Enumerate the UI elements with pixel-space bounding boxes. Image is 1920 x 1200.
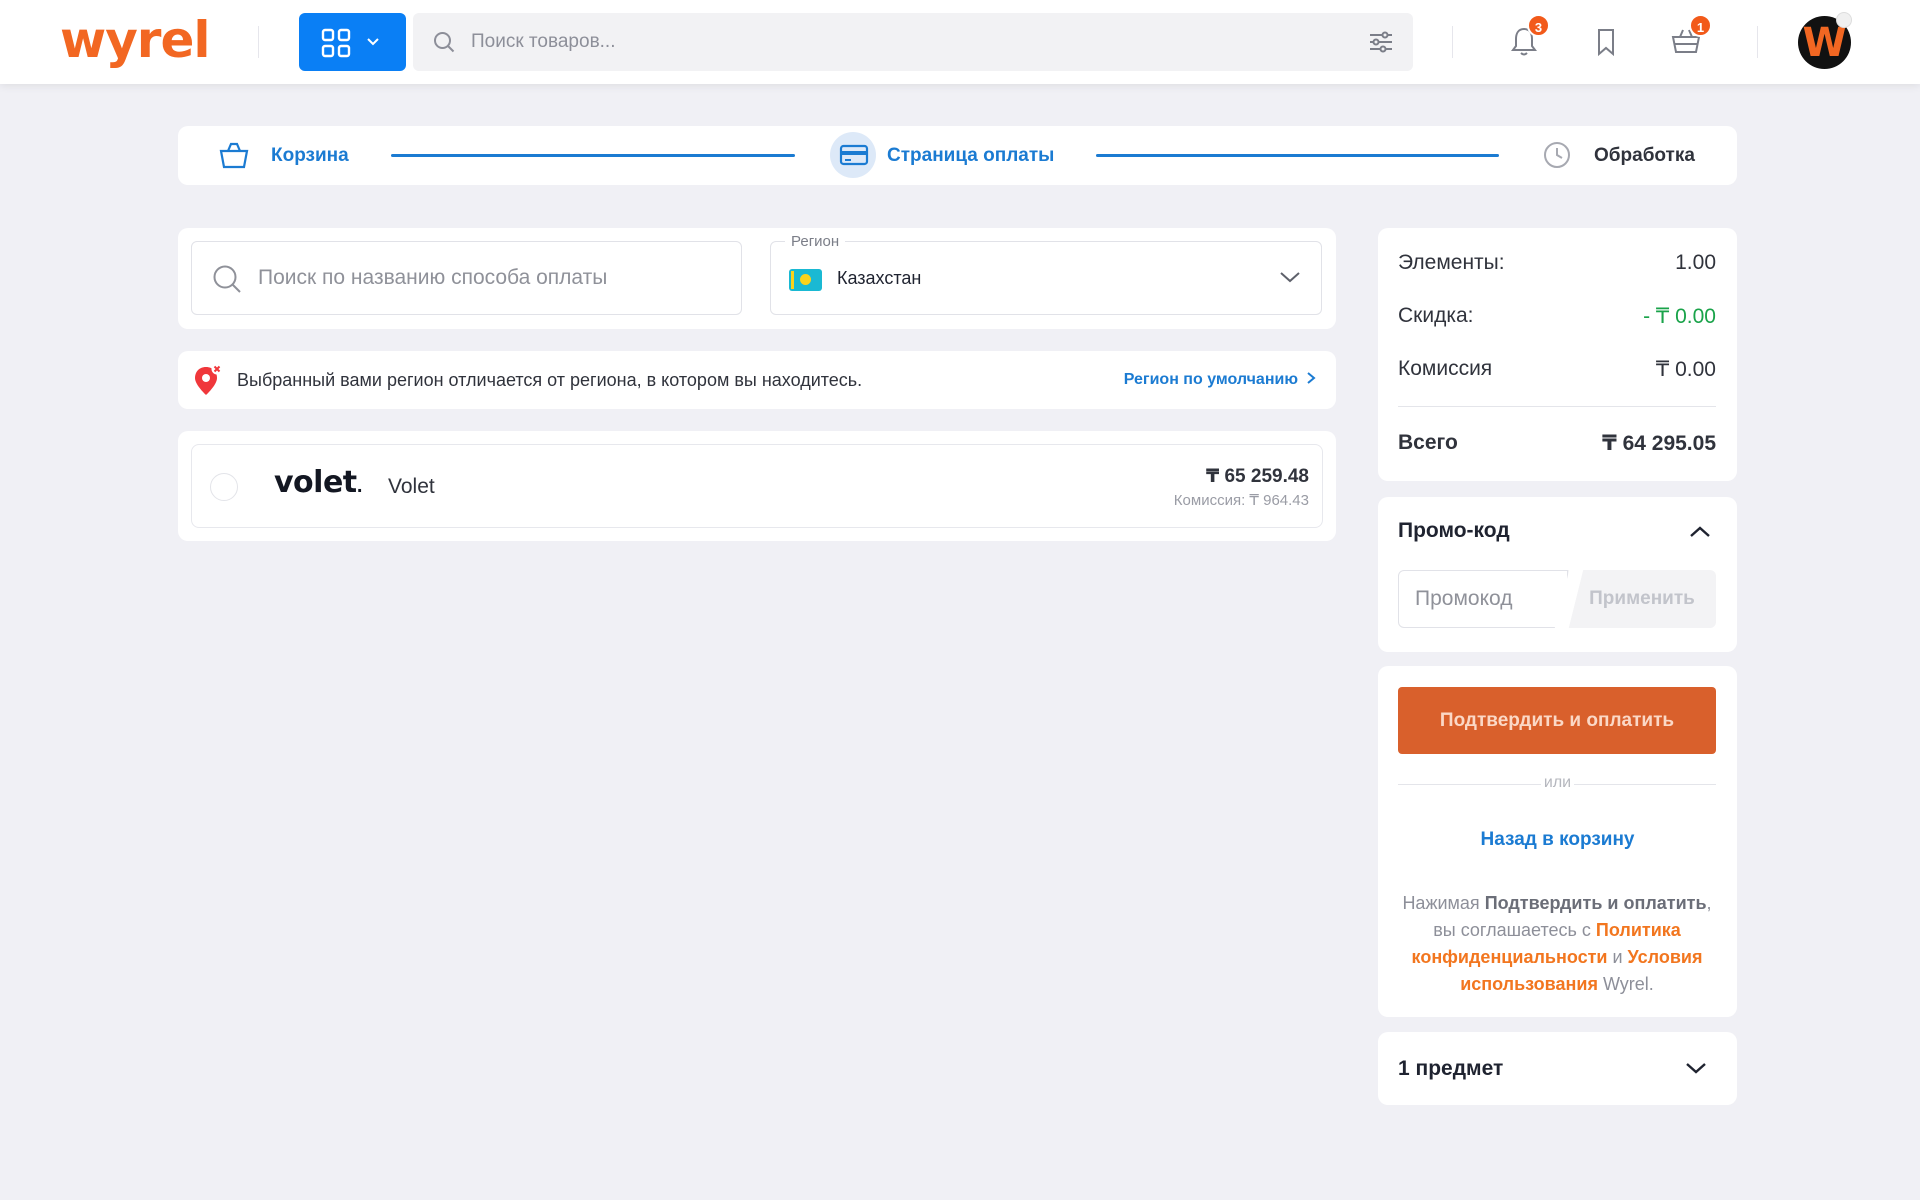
payment-method-amount: ₸ 65 259.48 — [1205, 466, 1309, 487]
payment-method-filters: Регион Казахстан — [178, 228, 1336, 329]
summary-fee-label: Комиссия — [1398, 357, 1493, 380]
credit-card-icon — [839, 144, 869, 166]
chevron-down-icon — [367, 38, 379, 46]
summary-total-label: Всего — [1398, 431, 1458, 454]
region-select[interactable]: Регион Казахстан — [770, 233, 1322, 315]
product-search — [413, 13, 1413, 71]
items-count-title: 1 предмет — [1398, 1057, 1504, 1080]
top-header: wyrel 3 — [0, 0, 1920, 84]
step-processing: Обработка — [1594, 145, 1695, 166]
chevron-right-icon — [1307, 372, 1316, 385]
order-summary: Элементы: 1.00 Скидка: - ₸ 0.00 Комиссия… — [1378, 228, 1737, 481]
summary-discount-value: - ₸ 0.00 — [1643, 305, 1716, 328]
legal-text: Нажимая Подтвердить и оплатить, вы согла… — [1402, 893, 1712, 994]
payment-method-name: Volet — [388, 475, 435, 498]
summary-divider — [1398, 406, 1716, 407]
promo-code-input[interactable] — [1398, 570, 1568, 628]
summary-discount-row: Скидка: - ₸ 0.00 — [1398, 304, 1716, 334]
back-to-cart-link[interactable]: Назад в корзину — [1378, 829, 1737, 851]
or-text: или — [1543, 774, 1572, 791]
chevron-down-icon — [1280, 272, 1300, 283]
catalog-menu-button[interactable] — [299, 13, 406, 71]
step-connector — [1096, 154, 1499, 157]
cart-button[interactable]: 1 — [1668, 14, 1712, 60]
summary-total-value: ₸ 64 295.05 — [1602, 432, 1716, 455]
product-search-input[interactable] — [471, 13, 1331, 71]
kazakhstan-flag-icon — [789, 269, 822, 291]
filter-settings-icon[interactable] — [1369, 31, 1393, 53]
header-divider — [1452, 26, 1453, 58]
notifications-button[interactable]: 3 — [1506, 14, 1550, 60]
promo-title: Промо-код — [1398, 519, 1510, 542]
default-region-link[interactable]: Регион по умолчанию — [1124, 351, 1316, 409]
clock-icon — [1544, 142, 1570, 168]
grid-icon — [321, 28, 351, 58]
payment-method-search-input[interactable] — [258, 242, 728, 314]
chevron-down-icon — [1686, 1063, 1706, 1074]
default-region-link-label: Регион по умолчанию — [1123, 371, 1298, 388]
region-value: Казахстан — [837, 268, 922, 288]
payment-method-radio[interactable] — [210, 473, 238, 501]
payment-method-volet[interactable]: volet. Volet ₸ 65 259.48 Комиссия: ₸ 964… — [191, 444, 1323, 528]
step-payment-page: Страница оплаты — [887, 145, 1055, 166]
notice-text: Выбранный вами регион отличается от реги… — [237, 370, 863, 390]
payment-methods-list: volet. Volet ₸ 65 259.48 Комиссия: ₸ 964… — [178, 431, 1336, 541]
summary-items-value: 1.00 — [1675, 251, 1716, 274]
step-cart[interactable]: Корзина — [271, 126, 349, 185]
summary-items-label: Элементы: — [1398, 251, 1505, 274]
cart-items-accordion[interactable]: 1 предмет — [1378, 1032, 1737, 1105]
checkout-steps: Корзина Страница оплаты Обработка — [178, 126, 1737, 185]
step-connector — [391, 154, 795, 157]
header-divider — [258, 26, 259, 58]
payment-method-fee: Комиссия: ₸ 964.43 — [1173, 492, 1309, 509]
summary-discount-label: Скидка: — [1398, 304, 1474, 327]
cart-badge: 1 — [1689, 14, 1712, 37]
summary-fee-value: ₸ 0.00 — [1655, 358, 1716, 381]
location-pin-alert-icon — [195, 363, 223, 395]
summary-total-row: Всего ₸ 64 295.05 — [1398, 431, 1716, 461]
confirm-and-pay-button[interactable]: Подтвердить и оплатить — [1398, 687, 1716, 754]
search-icon — [434, 32, 455, 53]
promo-code-panel: Промо-код Применить — [1378, 497, 1737, 652]
search-icon — [213, 265, 241, 293]
payment-method-search — [191, 241, 742, 315]
wyrel-logo[interactable]: wyrel — [60, 8, 210, 72]
bookmarks-button[interactable] — [1588, 24, 1624, 60]
chevron-up-icon[interactable] — [1689, 524, 1711, 540]
region-mismatch-notice: Выбранный вами регион отличается от реги… — [178, 351, 1336, 409]
header-divider — [1757, 26, 1758, 58]
volet-logo: volet. — [274, 465, 363, 500]
basket-icon — [219, 142, 249, 169]
summary-items-row: Элементы: 1.00 — [1398, 251, 1716, 281]
bookmark-icon — [1598, 29, 1614, 57]
apply-promo-button[interactable]: Применить — [1568, 570, 1716, 628]
notifications-badge: 3 — [1527, 14, 1550, 37]
checkout-actions: Подтвердить и оплатить или Назад в корзи… — [1378, 666, 1737, 1017]
avatar-menu-icon[interactable] — [1836, 12, 1852, 28]
summary-fee-row: Комиссия ₸ 0.00 — [1398, 357, 1716, 387]
